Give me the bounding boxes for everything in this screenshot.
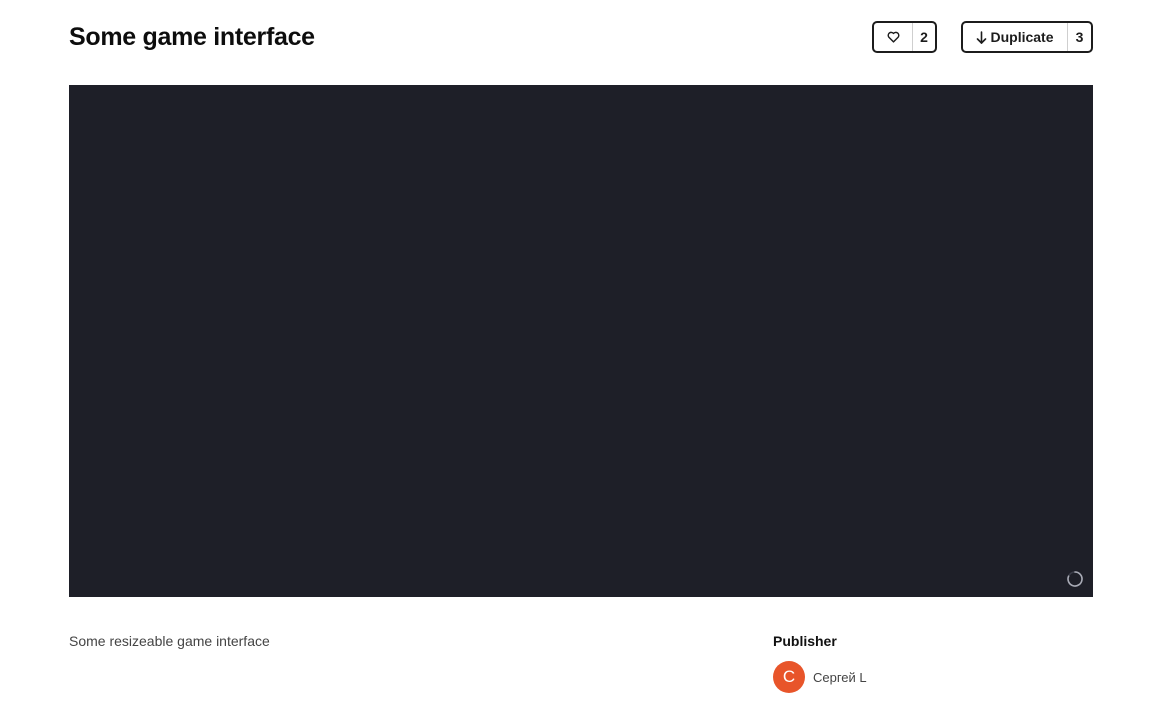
page-title: Some game interface bbox=[69, 23, 315, 51]
publisher-heading: Publisher bbox=[773, 633, 837, 649]
like-button[interactable] bbox=[874, 23, 912, 51]
duplicate-button-group: Duplicate 3 bbox=[961, 21, 1093, 53]
like-count: 2 bbox=[912, 23, 935, 51]
duplicate-button[interactable]: Duplicate bbox=[963, 23, 1067, 51]
duplicate-count: 3 bbox=[1067, 23, 1091, 51]
publisher-name: Сергей L bbox=[813, 669, 867, 685]
publisher-link[interactable]: С Сергей L bbox=[773, 661, 867, 693]
heart-icon bbox=[887, 31, 900, 43]
game-player-canvas[interactable] bbox=[69, 85, 1093, 597]
avatar: С bbox=[773, 661, 805, 693]
loading-spinner-icon bbox=[1066, 570, 1084, 588]
arrow-down-icon bbox=[976, 30, 987, 44]
game-description: Some resizeable game interface bbox=[69, 633, 270, 649]
duplicate-label: Duplicate bbox=[990, 29, 1054, 45]
like-button-group: 2 bbox=[872, 21, 937, 53]
